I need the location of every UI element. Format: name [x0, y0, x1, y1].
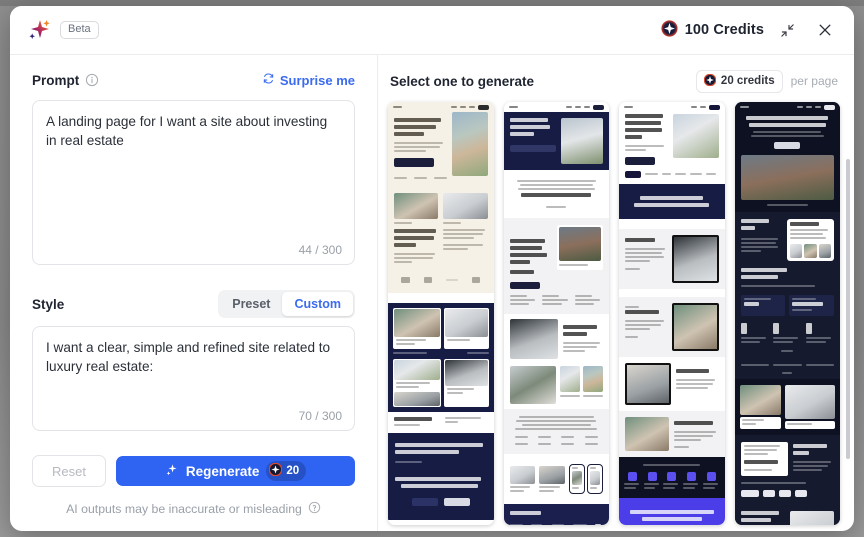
- prompt-label: Prompt: [32, 72, 80, 88]
- style-label: Style: [32, 296, 65, 312]
- close-icon[interactable]: [810, 15, 840, 45]
- reset-button[interactable]: Reset: [32, 455, 106, 487]
- sparkle-icon: [165, 463, 179, 480]
- prompt-value: A landing page for I want a site about i…: [46, 114, 331, 148]
- style-header: Style Preset Custom: [32, 290, 355, 318]
- surprise-me-label: Surprise me: [279, 72, 355, 88]
- cost-chip: 20 credits: [695, 69, 783, 93]
- controls-panel: Prompt Surprise me A landing page for I …: [10, 55, 378, 531]
- style-tab-preset[interactable]: Preset: [220, 292, 282, 316]
- credits-indicator[interactable]: 100 Credits: [661, 19, 764, 41]
- variant-card-4[interactable]: [734, 102, 840, 525]
- results-header: Select one to generate 20 credits per pa: [378, 69, 854, 93]
- style-mode-toggle[interactable]: Preset Custom: [218, 290, 355, 318]
- variant-card-1[interactable]: [388, 102, 494, 525]
- window-titlebar: Beta 100 Credits: [10, 6, 854, 55]
- prompt-counter: 44 / 300: [298, 243, 342, 257]
- regenerate-button[interactable]: Regenerate 20: [116, 456, 355, 486]
- variant-card-2[interactable]: [503, 102, 609, 525]
- refresh-icon: [262, 72, 275, 88]
- cost-chip-label: 20 credits: [720, 75, 775, 87]
- credit-coin-icon: [661, 19, 678, 41]
- prompt-input[interactable]: A landing page for I want a site about i…: [32, 100, 355, 265]
- credit-coin-icon: [269, 462, 283, 479]
- surprise-me-button[interactable]: Surprise me: [262, 72, 355, 88]
- results-scrollbar[interactable]: [846, 159, 850, 459]
- results-panel: Select one to generate 20 credits per pa: [378, 55, 854, 531]
- style-tab-custom[interactable]: Custom: [282, 292, 353, 316]
- window-body: Prompt Surprise me A landing page for I …: [10, 55, 854, 531]
- beta-badge: Beta: [60, 21, 99, 39]
- style-input[interactable]: I want a clear, simple and refined site …: [32, 326, 355, 431]
- style-counter: 70 / 300: [298, 409, 342, 423]
- credits-label: 100 Credits: [684, 22, 764, 38]
- disclaimer-text: AI outputs may be inaccurate or misleadi…: [66, 502, 302, 516]
- variant-card-3[interactable]: [619, 102, 725, 525]
- regenerate-label: Regenerate: [185, 463, 260, 479]
- credit-coin-icon: [703, 73, 717, 89]
- ai-site-generator-window: Beta 100 Credits Prompt Surprise me A la…: [10, 6, 854, 531]
- disclaimer: AI outputs may be inaccurate or misleadi…: [32, 501, 355, 517]
- variant-gallery: [378, 93, 854, 525]
- regenerate-cost: 20: [266, 461, 307, 481]
- info-icon[interactable]: [85, 73, 99, 87]
- collapse-icon[interactable]: [772, 15, 802, 45]
- style-value: I want a clear, simple and refined site …: [46, 340, 334, 374]
- prompt-header: Prompt Surprise me: [32, 69, 355, 91]
- help-circle-icon[interactable]: [308, 501, 321, 517]
- results-title: Select one to generate: [390, 73, 535, 89]
- regenerate-cost-value: 20: [286, 465, 300, 477]
- action-row: Reset Regenerate 20: [32, 455, 355, 487]
- per-page-label: per page: [790, 74, 838, 88]
- sparkle-icon: [24, 15, 54, 45]
